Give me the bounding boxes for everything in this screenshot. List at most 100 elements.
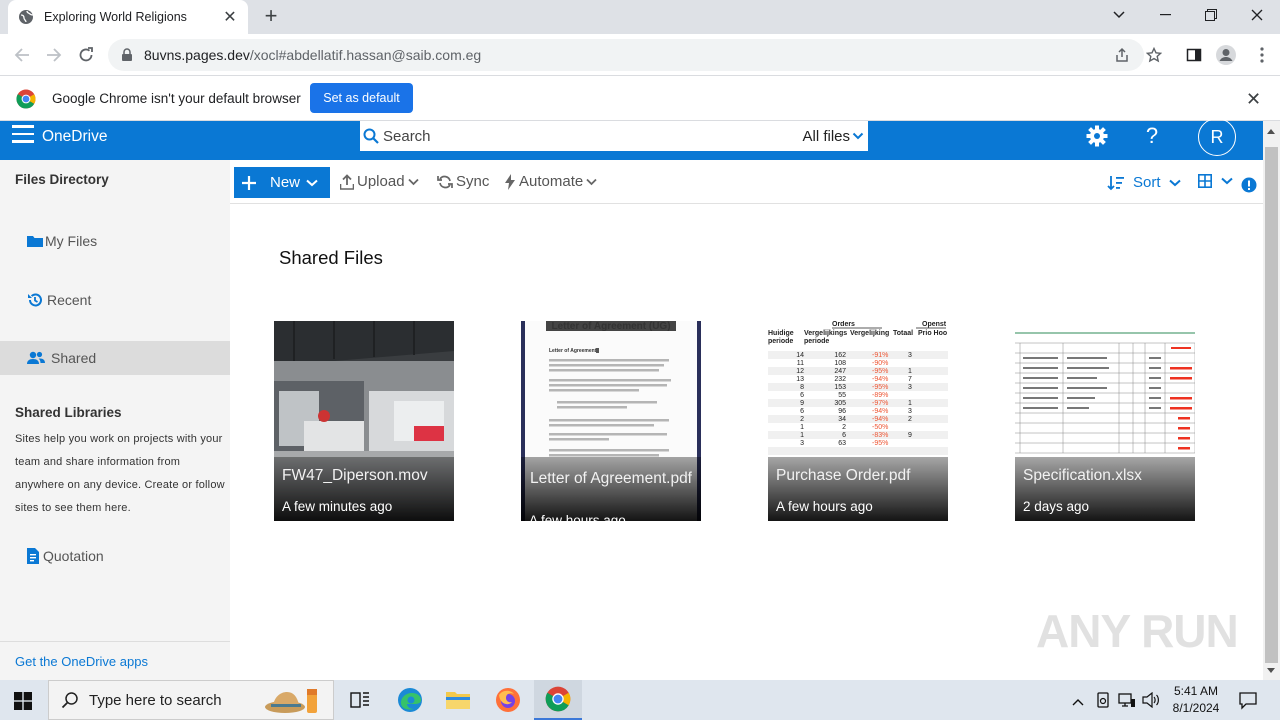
file-date: A few hours ago <box>529 513 626 521</box>
notifications-icon[interactable] <box>1238 690 1258 713</box>
hamburger-menu-icon[interactable] <box>12 125 34 145</box>
close-window-icon[interactable] <box>1234 0 1280 30</box>
upload-icon <box>340 173 354 190</box>
search-box[interactable]: Search All files <box>360 121 868 151</box>
bookmark-star-icon[interactable] <box>1142 43 1166 67</box>
sync-icon <box>437 175 453 188</box>
globe-icon <box>19 10 34 24</box>
profile-icon[interactable] <box>1214 43 1238 67</box>
default-browser-infobar: Google Chrome isn't your default browser… <box>0 77 1280 121</box>
edge-browser-icon[interactable] <box>386 680 434 720</box>
url-text: 8uvns.pages.dev/xocl#abdellatif.hassan@s… <box>144 47 481 63</box>
file-name: Specification.xlsx <box>1023 467 1142 484</box>
tab-search-icon[interactable] <box>1096 0 1142 30</box>
chevron-down-icon <box>407 178 419 185</box>
task-view-icon[interactable] <box>336 680 384 720</box>
search-icon <box>61 692 78 709</box>
chevron-down-icon[interactable] <box>852 130 864 142</box>
onedrive-brand[interactable]: OneDrive <box>42 128 107 146</box>
sync-button[interactable]: Sync <box>437 173 489 190</box>
get-apps-link[interactable]: Get the OneDrive apps <box>15 654 148 669</box>
file-name: Letter of Agreement.pdf <box>530 470 692 487</box>
volume-icon[interactable] <box>1142 691 1160 711</box>
more-menu-icon[interactable] <box>1250 43 1274 67</box>
search-input[interactable]: Search <box>383 128 802 145</box>
url-host: 8uvns.pages.dev <box>144 47 250 63</box>
taskbar-search-input[interactable]: Type here to search <box>89 692 222 709</box>
infobar-close-icon[interactable]: ✕ <box>1246 89 1261 110</box>
file-tile[interactable]: FW47_Diperson.mov A few minutes ago <box>274 321 454 521</box>
search-highlight-icon <box>265 689 317 713</box>
lock-icon <box>122 48 132 61</box>
minimize-icon[interactable] <box>1142 0 1188 30</box>
share-icon[interactable] <box>1110 43 1134 67</box>
chrome-logo-icon <box>16 89 36 109</box>
windows-start-icon[interactable] <box>14 692 32 710</box>
firefox-icon[interactable] <box>484 680 532 720</box>
new-button[interactable]: New <box>234 167 330 198</box>
tray-chevron-up-icon[interactable] <box>1072 694 1084 709</box>
settings-gear-icon[interactable] <box>1085 124 1109 148</box>
sort-label: Sort <box>1133 174 1161 191</box>
sidebar-item-quotation[interactable]: Quotation <box>0 539 230 573</box>
sidebar-item-label: Shared <box>51 350 97 366</box>
tab-title: Exploring World Religions <box>44 10 187 24</box>
search-icon <box>363 128 379 144</box>
network-icon[interactable] <box>1118 692 1136 711</box>
sidebar-divider <box>0 641 230 642</box>
sidebar-item-my-files[interactable]: My Files <box>0 224 230 258</box>
file-tile[interactable]: Specification.xlsx 2 days ago <box>1015 321 1195 521</box>
sidebar: Files Directory My Files Recent Shared S… <box>0 160 230 680</box>
chevron-down-icon <box>586 178 597 185</box>
thumbnail-subheading: Letter of Agreement <box>549 348 597 354</box>
sync-label: Sync <box>456 173 490 190</box>
search-scope-select[interactable]: All files <box>802 128 850 145</box>
sidebar-item-shared[interactable]: Shared <box>0 341 230 375</box>
chrome-taskbar-icon[interactable] <box>534 680 582 720</box>
taskbar-search-box[interactable]: Type here to search <box>48 680 334 720</box>
command-bar: New Upload Sync Automate Sort <box>230 160 1263 204</box>
scrollbar-thumb[interactable] <box>1265 147 1278 663</box>
view-switcher[interactable] <box>1198 174 1233 188</box>
people-icon <box>27 351 45 364</box>
shared-libraries-description: Sites help you work on projects with you… <box>15 433 225 514</box>
anyrun-watermark: ANY RUN <box>1036 605 1239 657</box>
thumbnail-heading: Letter of Agreement (UG) <box>551 321 671 332</box>
back-icon[interactable] <box>10 43 34 67</box>
file-explorer-icon[interactable] <box>434 680 482 720</box>
side-panel-icon[interactable] <box>1182 43 1206 67</box>
scroll-up-icon[interactable] <box>1267 129 1275 134</box>
device-icon[interactable] <box>1096 692 1110 711</box>
info-icon[interactable] <box>1241 177 1257 193</box>
restore-icon[interactable] <box>1188 0 1234 30</box>
file-date: 2 days ago <box>1023 499 1090 514</box>
address-bar[interactable]: 8uvns.pages.dev/xocl#abdellatif.hassan@s… <box>108 39 1144 71</box>
scroll-down-icon[interactable] <box>1267 668 1275 673</box>
reload-icon[interactable] <box>74 43 98 67</box>
chevron-down-icon <box>306 179 318 186</box>
chevron-down-icon <box>1221 177 1233 185</box>
forward-icon[interactable] <box>42 43 66 67</box>
set-as-default-button[interactable]: Set as default <box>310 83 413 113</box>
sort-button[interactable]: Sort <box>1107 174 1181 191</box>
history-icon <box>28 293 42 307</box>
taskbar-clock[interactable]: 5:41 AM 8/1/2024 <box>1166 683 1226 717</box>
windows-taskbar: Type here to search 5:41 AM 8/1/2024 <box>0 680 1280 720</box>
page-title: Shared Files <box>279 247 383 268</box>
upload-button[interactable]: Upload <box>340 173 422 190</box>
file-tile[interactable]: Orders Openst Huidige periode Vergelijkin… <box>768 321 948 521</box>
page-scrollbar[interactable] <box>1263 121 1280 680</box>
folder-icon <box>27 236 43 247</box>
help-icon[interactable]: ? <box>1140 123 1164 148</box>
new-tab-button[interactable]: + <box>258 4 284 30</box>
browser-tab[interactable]: Exploring World Religions ✕ <box>8 0 248 34</box>
user-avatar[interactable]: R <box>1198 118 1236 156</box>
sidebar-item-recent[interactable]: Recent <box>0 283 230 317</box>
file-tile[interactable]: Letter of Agreement (UG) Letter of Agree… <box>521 321 701 521</box>
shared-libraries-title: Shared Libraries <box>15 405 122 420</box>
automate-button[interactable]: Automate <box>504 173 600 190</box>
chevron-down-icon <box>1168 179 1181 186</box>
tab-close-icon[interactable]: ✕ <box>222 7 238 27</box>
grid-view-icon <box>1198 174 1212 188</box>
file-date: A few hours ago <box>776 499 873 514</box>
